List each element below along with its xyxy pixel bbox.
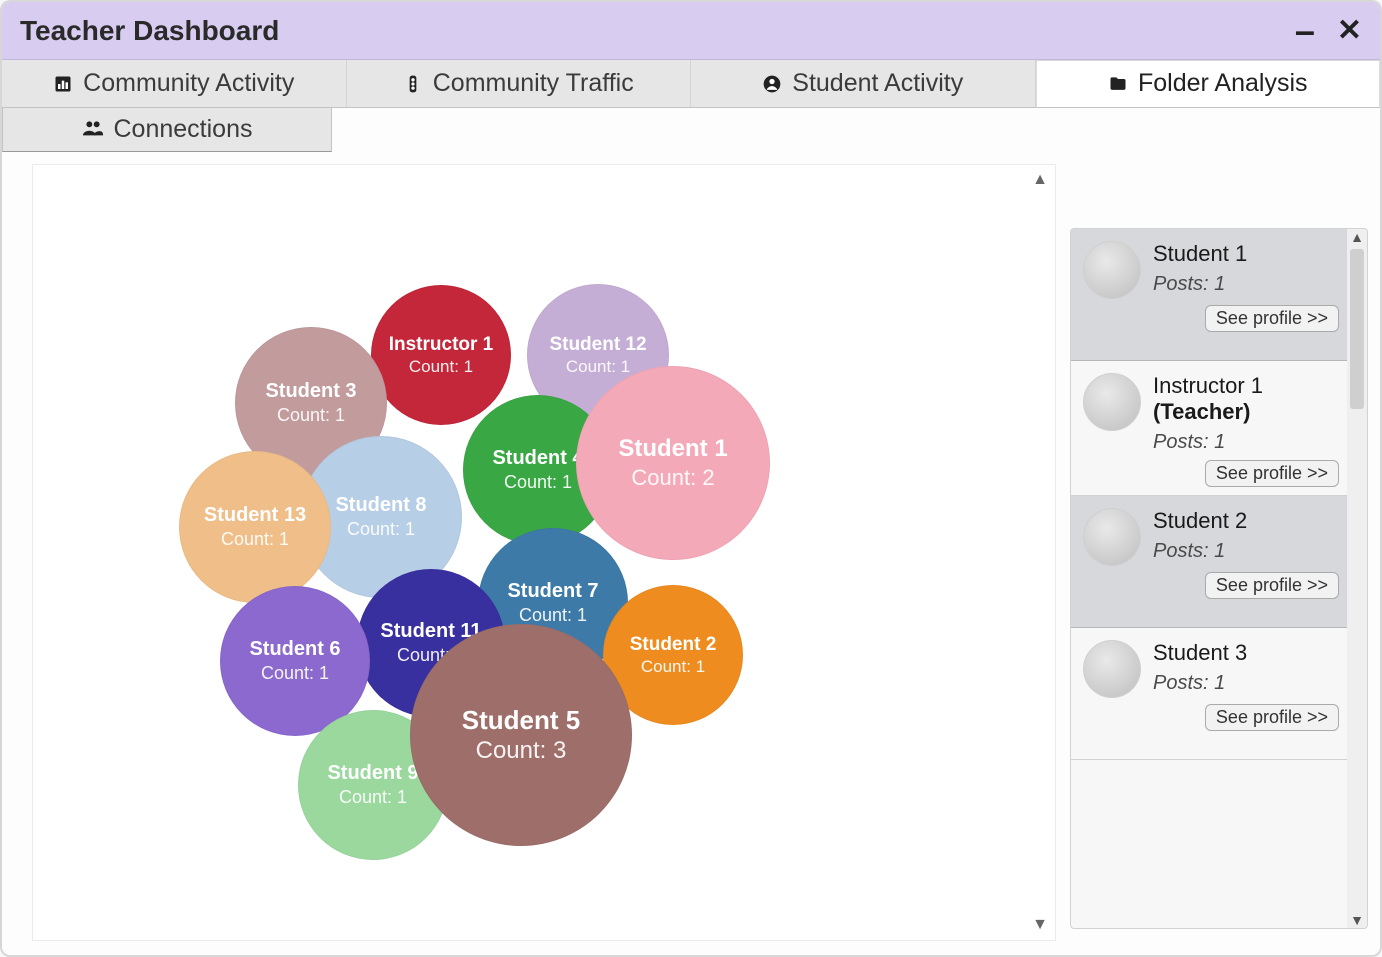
list-item[interactable]: Instructor 1(Teacher) Posts: 1 See profile… — [1071, 361, 1347, 496]
tab-label: Folder Analysis — [1138, 69, 1308, 98]
bubble-count: Count: 3 — [476, 736, 567, 766]
bubble-label: Instructor 1 — [389, 333, 494, 357]
tab-label: Student Activity — [792, 69, 963, 98]
list-item-meta: Student 2 Posts: 1 — [1153, 508, 1247, 563]
scroll-down-icon[interactable]: ▼ — [1350, 912, 1364, 928]
tab-label: Community Traffic — [433, 69, 634, 98]
see-profile-button[interactable]: See profile >> — [1205, 460, 1339, 487]
bubble-label: Student 2 — [630, 633, 717, 657]
bubble-label: Student 13 — [204, 503, 306, 528]
subtab-connections[interactable]: Connections — [2, 108, 332, 152]
scroll-down-icon[interactable]: ▼ — [1032, 916, 1048, 934]
people-icon — [82, 115, 104, 144]
bubble-label: Student 4 — [492, 446, 583, 471]
list-item-role: (Teacher) — [1153, 399, 1263, 425]
scrollbar-thumb[interactable] — [1350, 249, 1364, 409]
bubble-count: Count: 1 — [409, 356, 473, 377]
list-item-row: Student 2 Posts: 1 — [1083, 508, 1339, 566]
student-list: Student 1Posts: 1See profile >>Instructo… — [1071, 229, 1347, 928]
tab-community-activity[interactable]: Community Activity — [2, 60, 347, 107]
scroll-up-icon[interactable]: ▲ — [1032, 171, 1048, 189]
bubble-node[interactable]: Student 5Count: 3 — [410, 624, 632, 846]
close-button[interactable]: ✕ — [1337, 13, 1362, 48]
bubble-count: Count: 1 — [641, 656, 705, 677]
see-profile-button[interactable]: See profile >> — [1205, 572, 1339, 599]
list-item-row: Student 1 Posts: 1 — [1083, 241, 1339, 299]
content-area: Instructor 1Count: 1Student 12Count: 1St… — [2, 152, 1380, 955]
scroll-up-icon[interactable]: ▲ — [1350, 229, 1364, 245]
app-window: Teacher Dashboard – ✕ Community Activity… — [0, 0, 1382, 957]
tab-community-traffic[interactable]: Community Traffic — [347, 60, 692, 107]
bubble-count: Count: 1 — [504, 471, 572, 494]
bubble-count: Count: 1 — [339, 786, 407, 809]
sidebar-scrollbar[interactable]: ▲ ▼ — [1347, 229, 1367, 928]
list-item-name: Student 3 — [1153, 640, 1247, 666]
bar-chart-icon — [53, 74, 73, 94]
person-icon — [762, 74, 782, 94]
list-item-meta: Instructor 1(Teacher) Posts: 1 — [1153, 373, 1263, 454]
bubble-chart: Instructor 1Count: 1Student 12Count: 1St… — [33, 165, 1055, 940]
bubble-node[interactable]: Instructor 1Count: 1 — [371, 285, 511, 425]
list-item-posts: Posts: 1 — [1153, 540, 1247, 563]
list-item[interactable]: Student 1 Posts: 1 See profile >> — [1071, 229, 1347, 361]
list-item-posts: Posts: 1 — [1153, 672, 1247, 695]
tab-student-activity[interactable]: Student Activity — [691, 60, 1036, 107]
list-item-row: Student 3 Posts: 1 — [1083, 640, 1339, 698]
list-item[interactable]: Student 2 Posts: 1 See profile >> — [1071, 496, 1347, 628]
subtab-label: Connections — [114, 115, 253, 144]
window-controls: – ✕ — [1295, 13, 1362, 48]
bubble-label: Student 12 — [549, 333, 646, 357]
avatar — [1083, 640, 1141, 698]
list-item-name: Instructor 1 — [1153, 373, 1263, 399]
list-item-row: Instructor 1(Teacher) Posts: 1 — [1083, 373, 1339, 454]
bubble-count: Count: 1 — [347, 518, 415, 541]
bubble-chart-panel: Instructor 1Count: 1Student 12Count: 1St… — [32, 164, 1056, 941]
tab-label: Community Activity — [83, 69, 294, 98]
bubble-label: Student 1 — [618, 434, 727, 464]
list-item-meta: Student 1 Posts: 1 — [1153, 241, 1247, 296]
student-list-panel: Student 1Posts: 1See profile >>Instructo… — [1070, 228, 1368, 929]
tab-strip: Community Activity Community Traffic Stu… — [2, 60, 1380, 108]
bubble-label: Student 5 — [462, 704, 580, 737]
bubble-node[interactable]: Student 1Count: 2 — [576, 366, 770, 560]
folder-icon — [1108, 74, 1128, 94]
list-item-posts: Posts: 1 — [1153, 273, 1247, 296]
subtab-row: Connections — [2, 108, 1380, 152]
bubble-count: Count: 1 — [277, 404, 345, 427]
list-item-name: Student 2 — [1153, 508, 1247, 534]
bubble-label: Student 8 — [335, 493, 426, 518]
bubble-count: Count: 1 — [221, 528, 289, 551]
avatar — [1083, 508, 1141, 566]
bubble-count: Count: 2 — [631, 464, 714, 492]
bubble-label: Student 9 — [327, 761, 418, 786]
bubble-count: Count: 1 — [261, 662, 329, 685]
list-item-meta: Student 3 Posts: 1 — [1153, 640, 1247, 695]
tab-folder-analysis[interactable]: Folder Analysis — [1036, 60, 1381, 107]
chart-scrollbar[interactable]: ▲ ▼ — [1029, 171, 1051, 934]
see-profile-button[interactable]: See profile >> — [1205, 305, 1339, 332]
bubble-count: Count: 1 — [566, 356, 630, 377]
list-item[interactable]: Student 3 Posts: 1 See profile >> — [1071, 628, 1347, 760]
title-bar: Teacher Dashboard – ✕ — [2, 2, 1380, 60]
bubble-label: Student 3 — [265, 379, 356, 404]
see-profile-button[interactable]: See profile >> — [1205, 704, 1339, 731]
avatar — [1083, 241, 1141, 299]
bubble-node[interactable]: Student 13Count: 1 — [179, 451, 331, 603]
avatar — [1083, 373, 1141, 431]
list-item-name: Student 1 — [1153, 241, 1247, 267]
list-item-posts: Posts: 1 — [1153, 431, 1263, 454]
window-title: Teacher Dashboard — [20, 15, 279, 47]
traffic-icon — [403, 74, 423, 94]
bubble-label: Student 7 — [507, 579, 598, 604]
bubble-label: Student 6 — [249, 637, 340, 662]
